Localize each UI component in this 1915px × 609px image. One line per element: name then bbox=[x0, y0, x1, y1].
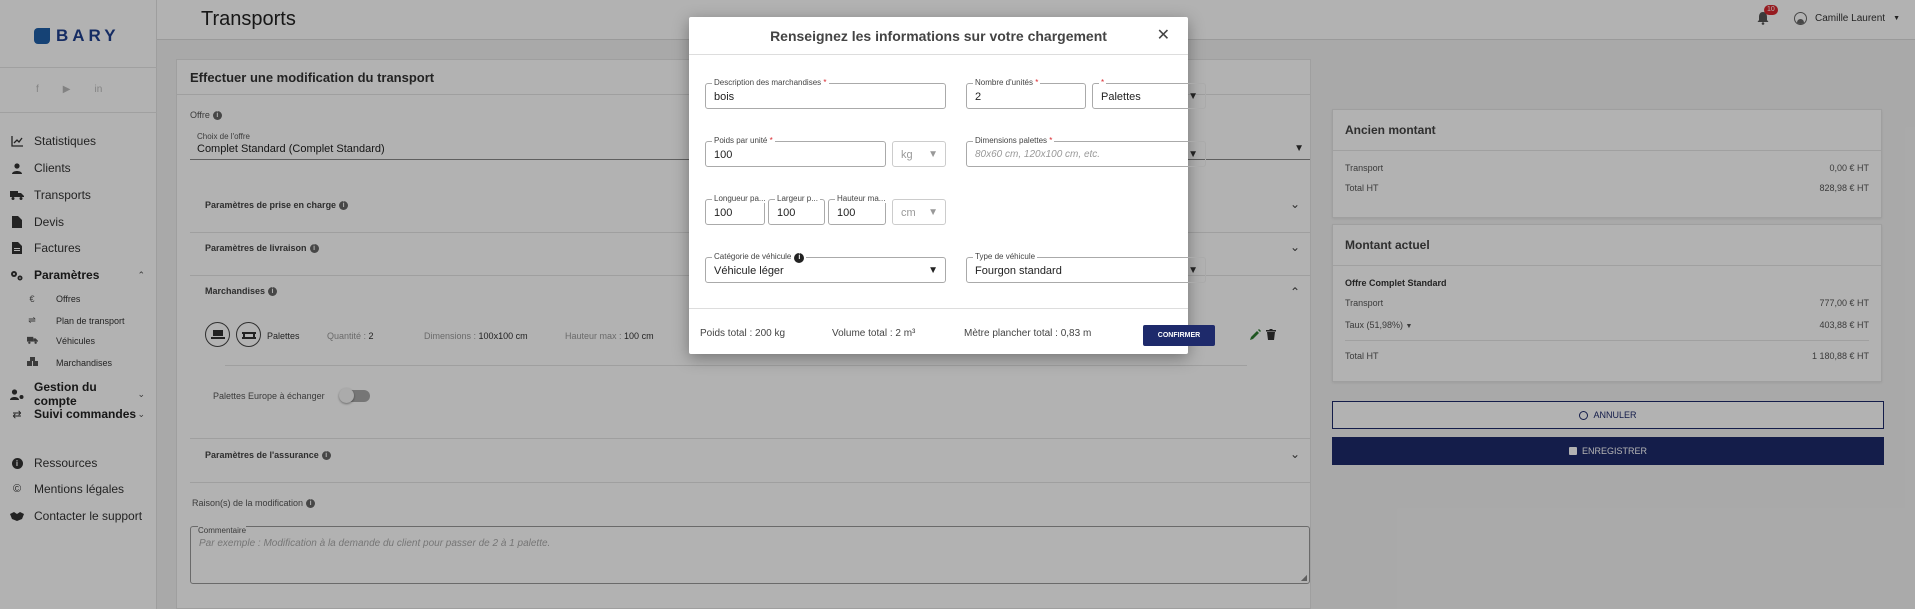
unit-type-select[interactable]: * Palettes ▼ bbox=[1092, 78, 1206, 109]
field-label: Hauteur ma... bbox=[835, 194, 888, 203]
field-value: cm bbox=[901, 207, 916, 219]
info-icon[interactable]: i bbox=[794, 253, 805, 263]
field-value: Palettes bbox=[1101, 91, 1141, 103]
field-label: Type de véhicule bbox=[973, 252, 1038, 261]
goods-description-input[interactable]: Description des marchandises * bois bbox=[705, 78, 946, 109]
field-value: 100 bbox=[714, 207, 733, 219]
required-mark: * bbox=[769, 136, 773, 145]
field-value: 100 bbox=[837, 207, 856, 219]
floor-meters-total: Mètre plancher total : 0,83 m bbox=[964, 328, 1092, 339]
caret-down-icon: ▼ bbox=[928, 265, 938, 276]
field-value: 2 bbox=[975, 91, 982, 103]
field-placeholder: 80x60 cm, 120x100 cm, etc. bbox=[975, 149, 1101, 160]
length-input[interactable]: Longueur pa... 100 bbox=[705, 194, 768, 225]
field-value: 100 bbox=[714, 149, 733, 161]
field-label: Description des marchandises * bbox=[712, 78, 829, 87]
field-label: Catégorie de véhicule i bbox=[712, 252, 807, 263]
required-mark: * bbox=[1101, 78, 1105, 87]
caret-down-icon: ▼ bbox=[928, 149, 938, 160]
cargo-info-modal: Renseignez les informations sur votre ch… bbox=[689, 17, 1215, 354]
field-label: Poids par unité * bbox=[712, 136, 775, 145]
field-value: Véhicule léger bbox=[714, 265, 784, 277]
modal-divider bbox=[689, 308, 1188, 309]
modal-divider bbox=[689, 54, 1188, 55]
field-label: Largeur p... bbox=[775, 194, 820, 203]
field-label-text: Description des marchandises bbox=[714, 78, 822, 87]
height-input[interactable]: Hauteur ma... 100 bbox=[828, 194, 888, 225]
modal-title: Renseignez les informations sur votre ch… bbox=[770, 28, 1107, 44]
total-volume: Volume total : 2 m³ bbox=[832, 328, 916, 339]
confirm-button[interactable]: CONFIRMER bbox=[1143, 325, 1215, 346]
field-value: kg bbox=[901, 149, 913, 161]
weight-unit-select[interactable]: kg ▼ bbox=[892, 141, 946, 167]
caret-down-icon: ▼ bbox=[1188, 265, 1198, 276]
caret-down-icon: ▼ bbox=[1188, 149, 1198, 160]
pallet-dimensions-select[interactable]: Dimensions palettes * 80x60 cm, 120x100 … bbox=[966, 136, 1206, 167]
units-count-input[interactable]: Nombre d'unités * 2 bbox=[966, 78, 1086, 109]
required-mark: * bbox=[823, 78, 827, 87]
field-label-text: Dimensions palettes bbox=[975, 136, 1048, 145]
caret-down-icon: ▼ bbox=[1188, 91, 1198, 102]
vehicle-type-select[interactable]: Type de véhicule Fourgon standard ▼ bbox=[966, 252, 1206, 283]
field-label: Longueur pa... bbox=[712, 194, 768, 203]
field-label: * bbox=[1099, 78, 1107, 87]
field-label: Dimensions palettes * bbox=[973, 136, 1055, 145]
field-label-text: Poids par unité bbox=[714, 136, 768, 145]
field-value: bois bbox=[714, 91, 735, 103]
dimension-unit-select[interactable]: cm ▼ bbox=[892, 199, 946, 225]
app: BARY f ▶ in Statistiques Clients Transpo… bbox=[0, 0, 1915, 609]
required-mark: * bbox=[1035, 78, 1039, 87]
vehicle-category-select[interactable]: Catégorie de véhicule i Véhicule léger ▼ bbox=[705, 252, 946, 283]
field-label: Nombre d'unités * bbox=[973, 78, 1041, 87]
close-icon[interactable]: ✕ bbox=[1157, 25, 1170, 45]
caret-down-icon: ▼ bbox=[928, 207, 938, 218]
total-weight: Poids total : 200 kg bbox=[700, 328, 786, 339]
field-value: 100 bbox=[777, 207, 796, 219]
field-value: Fourgon standard bbox=[975, 265, 1062, 277]
required-mark: * bbox=[1049, 136, 1053, 145]
width-input[interactable]: Largeur p... 100 bbox=[768, 194, 825, 225]
field-label-text: Catégorie de véhicule bbox=[714, 252, 792, 261]
weight-per-unit-input[interactable]: Poids par unité * 100 bbox=[705, 136, 886, 167]
field-label-text: Nombre d'unités bbox=[975, 78, 1033, 87]
